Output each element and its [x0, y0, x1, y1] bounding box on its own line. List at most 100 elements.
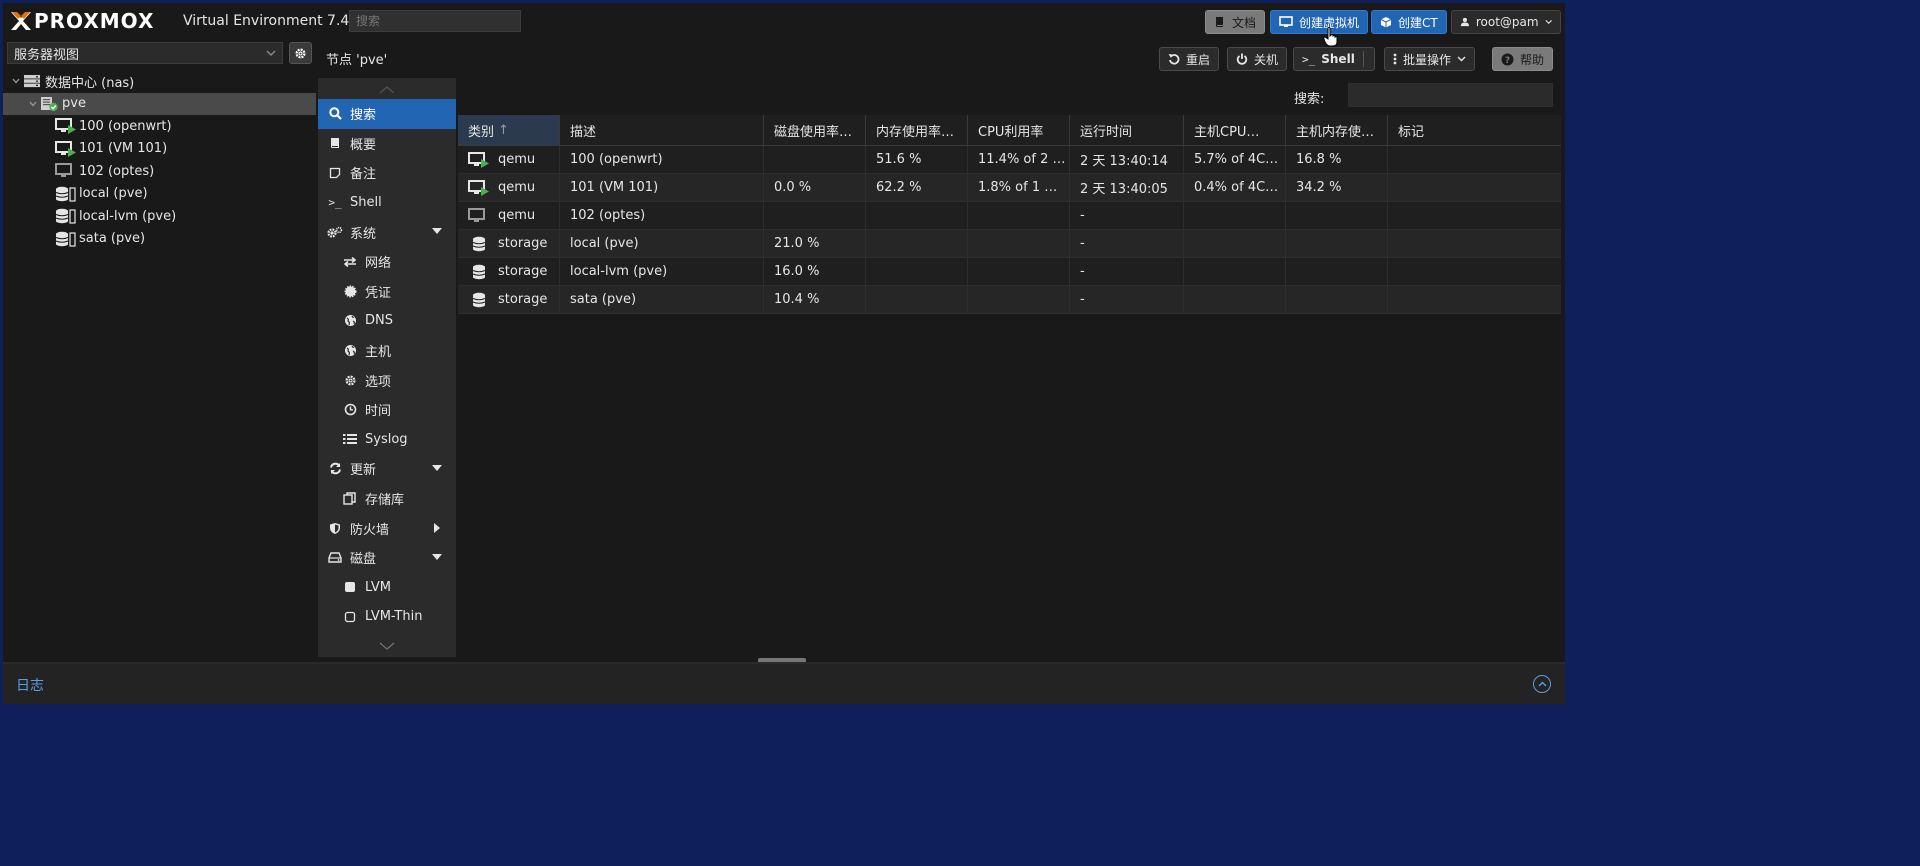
- version-label: Virtual Environment 7.4-3: [183, 13, 364, 29]
- nav-item-certificates[interactable]: 凭证: [318, 277, 456, 307]
- cell-description: 101 (VM 101): [560, 174, 764, 201]
- table-row[interactable]: qemu 100 (openwrt) 51.6 % 11.4% of 2 … 2 天 1…: [458, 146, 1561, 174]
- global-search-input[interactable]: [349, 10, 521, 32]
- table-row[interactable]: storage local-lvm (pve) 16.0 % -: [458, 258, 1561, 286]
- nav-item-hosts[interactable]: 主机: [318, 336, 456, 366]
- nav-item-disks[interactable]: 磁盘: [318, 543, 456, 573]
- nav-item-syslog[interactable]: Syslog: [318, 425, 456, 455]
- power-icon: [1236, 53, 1248, 65]
- user-menu-label: root@pam: [1475, 15, 1539, 29]
- tree-item-label: 101 (VM 101): [79, 141, 168, 157]
- nav-scroll-up[interactable]: [318, 81, 456, 99]
- hdd-icon: [327, 550, 343, 566]
- shell-button[interactable]: >_ Shell: [1293, 47, 1375, 71]
- nav-item-notes[interactable]: 备注: [318, 158, 456, 188]
- tree-item-label: pve: [62, 96, 86, 112]
- help-button[interactable]: ? 帮助: [1492, 47, 1554, 71]
- cell-cpu-usage: 11.4% of 2 …: [968, 146, 1070, 173]
- nav-item-options[interactable]: 选项: [318, 365, 456, 395]
- table-row[interactable]: qemu 101 (VM 101) 0.0 % 62.2 % 1.8% of 1 … 2 …: [458, 174, 1561, 202]
- nav-item-label: 系统: [350, 226, 377, 242]
- table-row[interactable]: storage local (pve) 21.0 % -: [458, 230, 1561, 258]
- tree-item-label: 102 (optes): [79, 163, 155, 179]
- tree-item-storage-local-lvm[interactable]: local-lvm (pve): [3, 205, 316, 228]
- nav-item-firewall[interactable]: 防火墙: [318, 513, 456, 543]
- chevron-down-icon: [379, 642, 395, 650]
- nav-item-repositories[interactable]: 存储库: [318, 484, 456, 514]
- nav-item-lvm[interactable]: LVM: [318, 573, 456, 603]
- chevron-down-icon[interactable]: [1368, 56, 1370, 62]
- nav-item-summary[interactable]: 概要: [318, 129, 456, 159]
- nav-item-label: 选项: [365, 374, 392, 390]
- cell-uptime: -: [1070, 230, 1184, 257]
- tree-item-vm-102[interactable]: 102 (optes): [3, 160, 316, 183]
- bulk-actions-button[interactable]: 批量操作: [1384, 47, 1476, 71]
- shutdown-button[interactable]: 关机: [1227, 47, 1288, 71]
- tree-item-label: 100 (openwrt): [79, 118, 172, 134]
- chevron-down-icon[interactable]: [11, 76, 21, 86]
- mouse-cursor-icon: [1323, 27, 1338, 47]
- expand-log-button[interactable]: [1533, 675, 1551, 693]
- column-header-description[interactable]: 描述: [560, 115, 764, 145]
- create-ct-button[interactable]: 创建CT: [1371, 10, 1447, 34]
- table-row[interactable]: qemu 102 (optes) -: [458, 202, 1561, 230]
- cell-host-memory: [1286, 286, 1388, 313]
- nav-item-search[interactable]: 搜索: [318, 99, 456, 129]
- nav-item-shell[interactable]: >_ Shell: [318, 188, 456, 218]
- nav-item-lvm-thin[interactable]: LVM-Thin: [318, 602, 456, 632]
- nav-item-time[interactable]: 时间: [318, 395, 456, 425]
- cell-uptime: -: [1070, 286, 1184, 313]
- nav-item-network[interactable]: 网络: [318, 247, 456, 277]
- cell-host-cpu: [1184, 258, 1286, 285]
- cell-host-cpu: [1184, 202, 1286, 229]
- reboot-button[interactable]: 重启: [1159, 47, 1220, 71]
- tree-item-storage-local[interactable]: local (pve): [3, 183, 316, 206]
- cell-memory-usage: 51.6 %: [866, 146, 968, 173]
- nav-item-label: LVM-Thin: [365, 609, 423, 625]
- column-header-uptime[interactable]: 运行时间: [1070, 115, 1184, 145]
- expand-down-icon[interactable]: [432, 228, 442, 235]
- nav-item-updates[interactable]: 更新: [318, 454, 456, 484]
- nav-item-system[interactable]: 系统: [318, 217, 456, 247]
- column-header-host-memory[interactable]: 主机内存使…: [1286, 115, 1388, 145]
- column-header-cpu-usage[interactable]: CPU利用率: [968, 115, 1070, 145]
- tree-item-node-pve[interactable]: pve: [3, 92, 316, 115]
- view-select[interactable]: 服务器视图: [7, 42, 283, 64]
- nav-item-label: 凭证: [365, 285, 392, 301]
- expand-right-icon[interactable]: [434, 523, 440, 534]
- lvm-icon: [342, 579, 358, 595]
- grid-header: 类别 ↑ 描述 磁盘使用率… 内存使用率… CPU利用率 运行时间 主机CPU……: [458, 115, 1561, 146]
- cell-memory-usage: [866, 202, 968, 229]
- column-header-host-cpu[interactable]: 主机CPU…: [1184, 115, 1286, 145]
- book-icon: [327, 135, 343, 151]
- create-vm-button[interactable]: 创建虚拟机: [1270, 10, 1369, 34]
- tree-item-datacenter[interactable]: 数据中心 (nas): [3, 70, 316, 93]
- tree-item-storage-sata[interactable]: sata (pve): [3, 228, 316, 251]
- table-row[interactable]: storage sata (pve) 10.4 % -: [458, 286, 1561, 314]
- column-header-memory-usage[interactable]: 内存使用率…: [866, 115, 968, 145]
- expand-down-icon[interactable]: [432, 465, 442, 472]
- tree-item-vm-100[interactable]: 100 (openwrt): [3, 115, 316, 138]
- clock-icon: [342, 402, 358, 418]
- nav-scroll-down[interactable]: [318, 637, 456, 655]
- cell-host-memory: 34.2 %: [1286, 174, 1388, 201]
- column-header-disk-usage[interactable]: 磁盘使用率…: [764, 115, 866, 145]
- cell-tags: [1388, 230, 1561, 257]
- docs-button[interactable]: 文档: [1205, 10, 1266, 34]
- cell-uptime: -: [1070, 258, 1184, 285]
- tree-item-vm-101[interactable]: 101 (VM 101): [3, 138, 316, 161]
- view-select-value: 服务器视图: [14, 47, 80, 63]
- cell-disk-usage: 21.0 %: [764, 230, 866, 257]
- search-input[interactable]: [1348, 83, 1553, 107]
- user-menu-button[interactable]: root@pam: [1451, 10, 1561, 34]
- tree-settings-button[interactable]: [289, 42, 312, 64]
- chevron-up-icon: [379, 86, 395, 94]
- expand-down-icon[interactable]: [432, 553, 442, 560]
- chevron-up-icon: [1538, 681, 1546, 687]
- nav-item-label: 防火墙: [350, 522, 390, 538]
- cell-disk-usage: 16.0 %: [764, 258, 866, 285]
- column-header-type[interactable]: 类别 ↑: [458, 115, 560, 145]
- nav-item-dns[interactable]: DNS: [318, 306, 456, 336]
- column-header-tags[interactable]: 标记: [1388, 115, 1561, 145]
- chevron-down-icon[interactable]: [28, 99, 38, 109]
